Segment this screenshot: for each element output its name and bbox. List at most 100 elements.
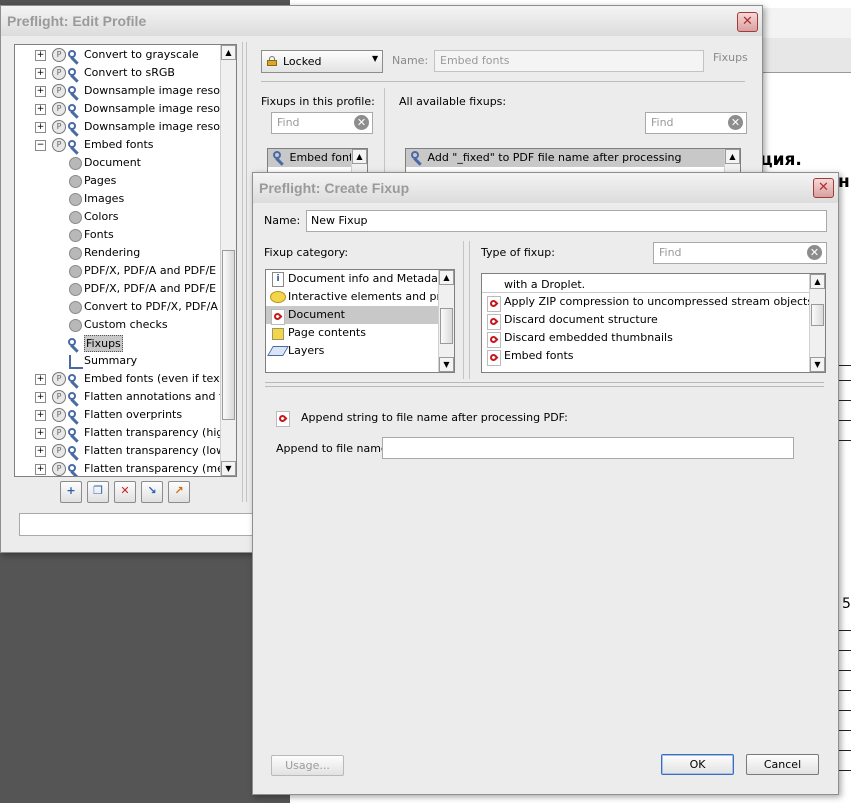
tree-item[interactable]: + P Downsample image resolutio xyxy=(15,82,236,100)
clear-icon[interactable]: ✕ xyxy=(354,115,369,130)
delete-icon[interactable]: ✕ xyxy=(114,481,136,503)
close-button[interactable]: ✕ xyxy=(737,12,758,32)
expand-icon[interactable]: + xyxy=(35,428,46,439)
duplicate-icon[interactable]: ❐ xyxy=(87,481,109,503)
tree-child-item[interactable]: Fixups xyxy=(15,334,220,352)
scroll-down-arrow[interactable]: ▼ xyxy=(439,357,454,372)
usage-button[interactable]: Usage... xyxy=(271,755,344,776)
expand-icon[interactable]: + xyxy=(35,374,46,385)
expand-icon[interactable]: + xyxy=(35,68,46,79)
scroll-up-arrow[interactable]: ▲ xyxy=(810,274,825,289)
expand-icon[interactable]: + xyxy=(35,410,46,421)
tree-item[interactable]: + P Downsample image resolutio xyxy=(15,118,236,136)
scroll-thumb[interactable] xyxy=(222,250,235,420)
divider xyxy=(265,382,824,383)
category-list[interactable]: i Document info and Metadata Interactive… xyxy=(265,269,455,373)
pdf-icon xyxy=(271,309,285,325)
ok-button[interactable]: OK xyxy=(661,754,734,775)
expand-icon[interactable]: + xyxy=(35,86,46,97)
new-icon[interactable]: + xyxy=(60,481,82,503)
category-item-layers[interactable]: Layers xyxy=(266,342,454,360)
tree-child-item[interactable]: Pages xyxy=(15,172,220,190)
scroll-thumb[interactable] xyxy=(440,308,453,344)
category-item-interactive[interactable]: Interactive elements and prope xyxy=(266,288,454,306)
category-item-info[interactable]: i Document info and Metadata xyxy=(266,270,454,288)
clear-icon[interactable]: ✕ xyxy=(807,245,822,260)
fixup-type-list[interactable]: with a Droplet. Apply ZIP compression to… xyxy=(481,273,826,373)
dialog-title: Preflight: Create Fixup xyxy=(259,180,410,196)
lock-select[interactable]: Locked ▼ xyxy=(261,50,383,73)
list-item[interactable]: Embed fonts xyxy=(482,347,825,366)
tree-child-item[interactable]: PDF/X, PDF/A and PDF/E co xyxy=(15,280,232,298)
tree-child-item[interactable]: Convert to PDF/X, PDF/A or xyxy=(15,298,233,316)
profile-tree[interactable]: + P Convert to grayscale + P Convert to sRGB +… xyxy=(14,44,237,477)
close-button[interactable]: ✕ xyxy=(813,178,834,198)
tree-item-label: Downsample image resolutio xyxy=(84,84,237,97)
tree-item[interactable]: − P Embed fonts xyxy=(15,136,220,154)
summary-icon xyxy=(69,355,83,369)
tree-item[interactable]: + P Embed fonts (even if text is xyxy=(15,370,236,388)
cancel-button[interactable]: Cancel xyxy=(746,754,819,775)
category-item-document[interactable]: Document xyxy=(266,306,438,325)
tree-child-item[interactable]: Colors xyxy=(15,208,220,226)
profile-icon: P xyxy=(52,102,66,116)
tree-child-item[interactable]: Document xyxy=(15,154,220,172)
scrollbar[interactable]: ▲ ▼ xyxy=(809,274,825,372)
profile-icon: P xyxy=(52,66,66,80)
scroll-down-arrow[interactable]: ▼ xyxy=(810,357,825,372)
append-field[interactable] xyxy=(382,437,794,459)
scroll-up-arrow[interactable]: ▲ xyxy=(725,149,740,164)
export-icon[interactable]: ↗ xyxy=(168,481,190,503)
close-icon: ✕ xyxy=(818,180,829,195)
tree-item[interactable]: + P Convert to sRGB xyxy=(15,64,220,82)
profile-description-field[interactable] xyxy=(19,513,261,536)
page-contents-icon xyxy=(272,328,284,340)
tree-child-item[interactable]: Summary xyxy=(15,352,220,370)
tree-child-item[interactable]: Rendering xyxy=(15,244,220,262)
tree-item[interactable]: + P Flatten overprints xyxy=(15,406,220,424)
collapse-icon[interactable]: − xyxy=(35,140,46,151)
search-input[interactable]: Find ✕ xyxy=(271,112,373,134)
expand-icon[interactable]: + xyxy=(35,446,46,457)
tree-child-item[interactable]: Custom checks xyxy=(15,316,220,334)
scroll-thumb[interactable] xyxy=(811,304,824,326)
list-item[interactable]: with a Droplet. xyxy=(482,274,809,293)
scroll-up-arrow[interactable]: ▲ xyxy=(352,149,367,164)
search-input[interactable]: Find ✕ xyxy=(653,242,827,264)
import-icon[interactable]: ↘ xyxy=(141,481,163,503)
tree-child-item[interactable]: Images xyxy=(15,190,220,208)
category-item-page-contents[interactable]: Page contents xyxy=(266,324,454,342)
scroll-down-arrow[interactable]: ▼ xyxy=(221,461,236,476)
tree-child-item[interactable]: Fonts xyxy=(15,226,220,244)
scrollbar[interactable]: ▲ ▼ xyxy=(438,270,454,372)
search-input[interactable]: Find ✕ xyxy=(645,112,747,134)
tree-item[interactable]: + P Convert to grayscale xyxy=(15,46,220,64)
expand-icon[interactable]: + xyxy=(35,122,46,133)
scroll-up-arrow[interactable]: ▲ xyxy=(221,45,236,60)
tree-item-label: Embed fonts (even if text is xyxy=(84,372,237,385)
tree-scrollbar[interactable]: ▲ ▼ xyxy=(220,45,236,476)
list-item[interactable]: Discard document structure xyxy=(482,311,825,330)
list-item[interactable]: Apply ZIP compression to uncompressed st… xyxy=(482,293,825,312)
splitter[interactable] xyxy=(242,42,243,502)
scroll-up-arrow[interactable]: ▲ xyxy=(439,270,454,285)
comment-icon xyxy=(270,291,286,303)
tree-child-item[interactable]: PDF/X, PDF/A and PDF/E co xyxy=(15,262,232,280)
expand-icon[interactable]: + xyxy=(35,464,46,475)
tree-item[interactable]: + P Flatten annotations and forr xyxy=(15,388,236,406)
tree-item-label: Flatten transparency (mediu xyxy=(84,462,237,475)
check-icon xyxy=(69,211,82,224)
list-item[interactable]: Discard embedded thumbnails xyxy=(482,329,825,348)
tree-item-label: PDF/X, PDF/A and PDF/E co xyxy=(84,264,233,277)
expand-icon[interactable]: + xyxy=(35,104,46,115)
expand-icon[interactable]: + xyxy=(35,392,46,403)
clear-icon[interactable]: ✕ xyxy=(728,115,743,130)
expand-icon[interactable]: + xyxy=(35,50,46,61)
list-item[interactable]: Add "_fixed" to PDF file name after proc… xyxy=(406,149,724,167)
wrench-icon xyxy=(67,104,81,118)
fixup-name-field[interactable]: New Fixup xyxy=(306,210,827,232)
tree-item[interactable]: + P Flatten transparency (high r xyxy=(15,424,236,442)
tree-item[interactable]: + P Flatten transparency (low re xyxy=(15,442,236,460)
tree-item[interactable]: + P Flatten transparency (mediu xyxy=(15,460,236,476)
tree-item[interactable]: + P Downsample image resolutio xyxy=(15,100,236,118)
